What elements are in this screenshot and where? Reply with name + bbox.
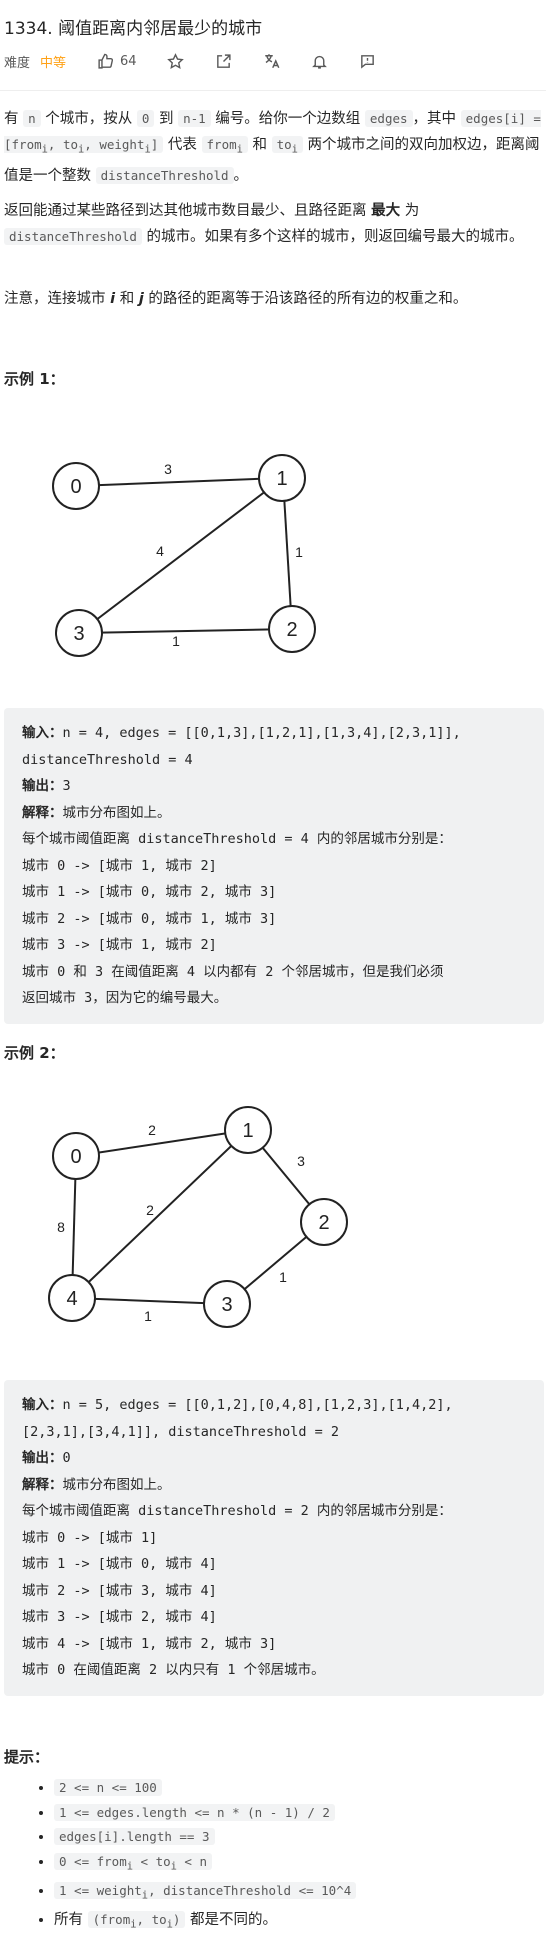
share-icon[interactable] bbox=[215, 52, 233, 70]
description-paragraph-2: 返回能通过某些路径到达其他城市数目最少、且路径距离 最大 为 distanceT… bbox=[4, 203, 524, 245]
graph-edge-weight: 4 bbox=[156, 543, 164, 559]
translate-icon[interactable] bbox=[263, 52, 281, 70]
example-1-code-block: 输入：n = 4, edges = [[0,1,3],[1,2,1],[1,3,… bbox=[4, 708, 544, 1024]
example-1-graph: 0 1 2 3 3 1 4 1 bbox=[52, 454, 316, 657]
graph-edge-weight: 1 bbox=[295, 544, 303, 560]
graph-edge-weight: 1 bbox=[172, 633, 180, 649]
graph-node-label: 1 bbox=[276, 468, 287, 490]
tips-list: 2 <= n <= 100 1 <= edges.length <= n * (… bbox=[30, 1776, 357, 1937]
graph-node-label: 2 bbox=[318, 1212, 329, 1234]
bell-icon[interactable] bbox=[311, 52, 329, 70]
like-count: 64 bbox=[120, 53, 137, 69]
graph-node-label: 2 bbox=[286, 619, 297, 641]
graph-node-label: 0 bbox=[70, 476, 81, 498]
feedback-icon[interactable] bbox=[359, 52, 377, 70]
example-2-code-block: 输入：n = 5, edges = [[0,1,2],[0,4,8],[1,2,… bbox=[4, 1380, 544, 1696]
difficulty-badge: 中等 bbox=[40, 55, 67, 71]
description-paragraph-1: 有 n 个城市，按从 0 到 n-1 编号。给你一个边数组 edges ，其中 e… bbox=[4, 110, 541, 184]
list-item: 1 <= weighti, distanceThreshold <= 10^4 bbox=[54, 1879, 357, 1908]
graph-edge-weight: 2 bbox=[146, 1202, 154, 1218]
star-icon[interactable] bbox=[167, 52, 185, 70]
graph-edge-weight: 1 bbox=[279, 1269, 287, 1285]
header-divider bbox=[0, 90, 546, 91]
graph-edge-weight: 2 bbox=[148, 1122, 156, 1138]
problem-title: 1334. 阈值距离内邻居最少的城市 bbox=[4, 19, 263, 39]
difficulty-label: 难度 bbox=[4, 55, 31, 71]
graph-node-label: 3 bbox=[221, 1294, 232, 1316]
example-2-graph: 0 1 2 3 4 2 8 3 2 1 1 bbox=[48, 1106, 348, 1328]
graph-edge bbox=[75, 1129, 249, 1157]
graph-edge-weight: 3 bbox=[164, 461, 172, 477]
example-2-heading: 示例 2： bbox=[4, 1044, 65, 1062]
list-item: 0 <= fromi < toi < n bbox=[54, 1850, 356, 1879]
problem-meta-bar: 难度 中等 64 bbox=[4, 50, 377, 72]
graph-node-label: 3 bbox=[73, 623, 84, 645]
graph-edge-weight: 1 bbox=[144, 1308, 152, 1324]
list-item: 1 <= edges.length <= n * (n - 1) / 2 bbox=[54, 1801, 356, 1826]
graph-edge bbox=[75, 477, 282, 487]
list-item: 所有 (fromi, toi) 都是不同的。 bbox=[54, 1908, 356, 1937]
graph-edge bbox=[78, 477, 284, 634]
tips-heading: 提示： bbox=[4, 1748, 50, 1766]
description-note: 注意，连接城市 i 和 j 的路径的距离等于沿该路径的所有边的权重之和。 bbox=[4, 291, 468, 307]
graph-edge-weight: 8 bbox=[57, 1219, 65, 1235]
graph-node-label: 1 bbox=[242, 1120, 253, 1142]
graph-edge-weight: 3 bbox=[297, 1153, 305, 1169]
graph-node-label: 4 bbox=[66, 1288, 77, 1310]
list-item: 2 <= n <= 100 bbox=[54, 1776, 356, 1801]
thumbs-up-icon[interactable] bbox=[96, 52, 114, 70]
example-1-heading: 示例 1： bbox=[4, 370, 65, 388]
list-item: edges[i].length == 3 bbox=[54, 1825, 356, 1850]
graph-node-label: 0 bbox=[70, 1146, 81, 1168]
graph-edge bbox=[78, 628, 293, 634]
